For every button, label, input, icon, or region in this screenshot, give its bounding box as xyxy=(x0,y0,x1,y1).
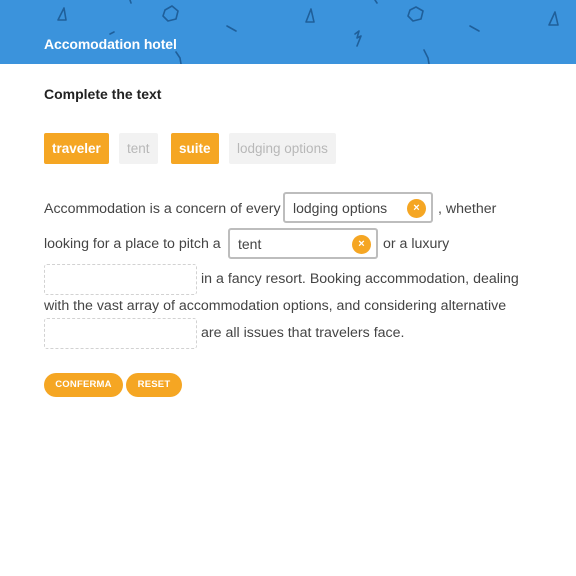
blank-1-value: lodging options xyxy=(293,200,388,216)
text-line-4: with the vast array of accommodation opt… xyxy=(44,298,507,314)
header-pattern xyxy=(57,0,559,64)
close-icon[interactable]: × xyxy=(352,235,371,254)
word-chip-traveler[interactable]: traveler xyxy=(44,133,109,164)
reset-button[interactable]: RESET xyxy=(126,373,182,397)
word-chip-suite[interactable]: suite xyxy=(171,133,219,164)
blank-2[interactable]: tent × xyxy=(228,228,378,259)
text-line-2-before: looking for a place to pitch a xyxy=(44,236,221,252)
app-header: Accomodation hotel xyxy=(0,0,576,64)
page-title: Accomodation hotel xyxy=(44,36,177,52)
word-chip-lodging-options: lodging options xyxy=(229,133,336,164)
blank-3[interactable] xyxy=(44,264,197,295)
blank-2-value: tent xyxy=(238,236,262,252)
word-chip-tent: tent xyxy=(119,133,158,164)
text-line-3-after: in a fancy resort. Booking accommodation… xyxy=(201,271,519,287)
text-line-2-after: or a luxury xyxy=(383,236,450,252)
blank-1[interactable]: lodging options × xyxy=(283,192,433,223)
blank-4[interactable] xyxy=(44,318,197,349)
text-line-1-after: , whether xyxy=(438,201,497,217)
exercise-title: Complete the text xyxy=(44,86,162,102)
confirm-button[interactable]: CONFERMA xyxy=(44,373,123,397)
text-line-5-after: are all issues that travelers face. xyxy=(201,325,405,341)
close-icon[interactable]: × xyxy=(407,199,426,218)
text-line-1-before: Accommodation is a concern of every xyxy=(44,201,281,217)
